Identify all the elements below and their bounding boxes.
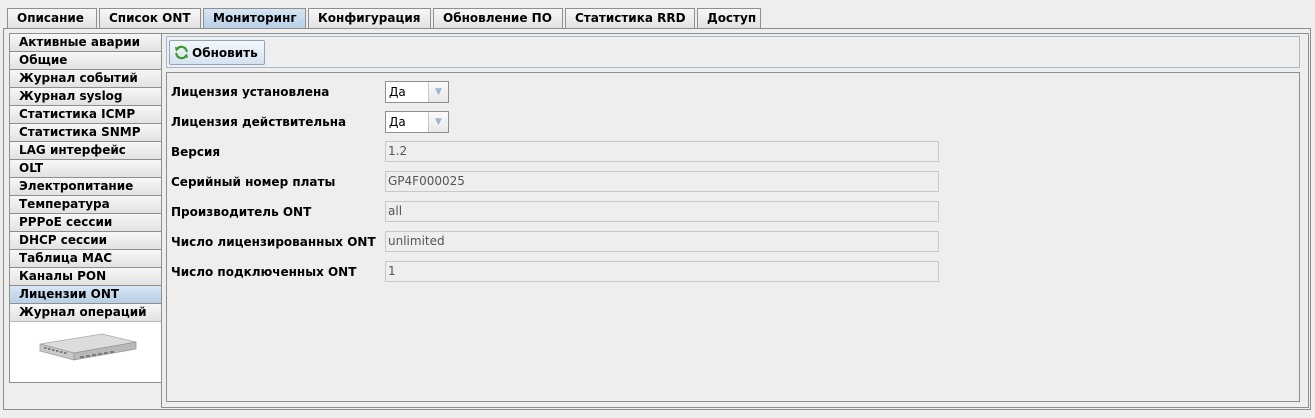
license-valid-label: Лицензия действительна xyxy=(171,115,347,129)
refresh-icon xyxy=(174,45,189,60)
refresh-button-label: Обновить xyxy=(192,45,258,60)
chevron-down-icon[interactable]: ▼ xyxy=(428,112,448,132)
tab-configuration[interactable]: Конфигурация xyxy=(308,8,431,28)
side-tab-olt[interactable]: OLT xyxy=(9,159,162,177)
side-tab-event-log[interactable]: Журнал событий xyxy=(9,69,162,87)
chevron-down-icon[interactable]: ▼ xyxy=(428,82,448,102)
tab-firmware-update[interactable]: Обновление ПО xyxy=(433,8,563,28)
side-tab-mac-table[interactable]: Таблица MAC xyxy=(9,249,162,267)
tab-monitoring[interactable]: Мониторинг xyxy=(203,8,306,28)
ont-vendor-label: Производитель ONT xyxy=(171,205,312,219)
license-installed-combo[interactable]: Да ▼ xyxy=(385,81,449,103)
license-form: Лицензия установлена Да ▼ Лицензия дейст… xyxy=(166,72,1300,402)
side-tab-power[interactable]: Электропитание xyxy=(9,177,162,195)
side-tab-dhcp[interactable]: DHCP сессии xyxy=(9,231,162,249)
connected-ont-count-field[interactable]: 1 xyxy=(385,261,939,282)
tab-rrd-statistics[interactable]: Статистика RRD xyxy=(565,8,695,28)
toolbar: Обновить xyxy=(166,36,1300,68)
tab-ont-list[interactable]: Список ONT xyxy=(99,8,201,28)
version-field[interactable]: 1.2 xyxy=(385,141,939,162)
board-serial-label: Серийный номер платы xyxy=(171,175,336,189)
side-tab-active-alarms[interactable]: Активные аварии xyxy=(9,33,162,51)
side-tab-pppoe[interactable]: PPPoE сессии xyxy=(9,213,162,231)
side-tab-lag[interactable]: LAG интерфейс xyxy=(9,141,162,159)
side-tab-pon-channels[interactable]: Каналы PON xyxy=(9,267,162,285)
tab-access[interactable]: Доступ xyxy=(697,8,761,28)
connected-ont-count-label: Число подключенных ONT xyxy=(171,265,357,279)
license-valid-combo[interactable]: Да ▼ xyxy=(385,111,449,133)
side-tab-list: Активные аварии Общие Журнал событий Жур… xyxy=(9,33,162,321)
licensed-ont-count-field[interactable]: unlimited xyxy=(385,231,939,252)
side-tab-operation-log[interactable]: Журнал операций xyxy=(9,303,162,321)
license-installed-label: Лицензия установлена xyxy=(171,85,330,99)
refresh-button[interactable]: Обновить xyxy=(169,40,265,65)
side-tab-general[interactable]: Общие xyxy=(9,51,162,69)
tab-description[interactable]: Описание xyxy=(7,8,97,28)
side-tab-snmp-stats[interactable]: Статистика SNMP xyxy=(9,123,162,141)
licensed-ont-count-label: Число лицензированных ONT xyxy=(171,235,376,249)
ont-vendor-field[interactable]: all xyxy=(385,201,939,222)
side-tab-temperature[interactable]: Температура xyxy=(9,195,162,213)
license-valid-value: Да xyxy=(389,115,406,129)
board-serial-field[interactable]: GP4F000025 xyxy=(385,171,939,192)
device-image xyxy=(9,321,162,383)
olt-device-icon xyxy=(39,333,137,361)
top-tab-bar: Описание Список ONT Мониторинг Конфигура… xyxy=(7,8,763,28)
license-installed-value: Да xyxy=(389,85,406,99)
side-tab-ont-licenses[interactable]: Лицензии ONT xyxy=(9,285,162,303)
side-tab-icmp-stats[interactable]: Статистика ICMP xyxy=(9,105,162,123)
side-tab-syslog[interactable]: Журнал syslog xyxy=(9,87,162,105)
version-label: Версия xyxy=(171,145,221,159)
